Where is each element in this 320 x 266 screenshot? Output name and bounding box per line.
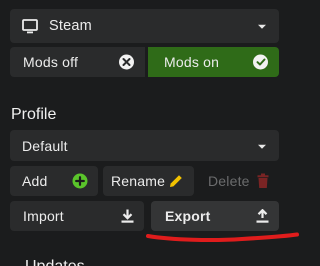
- add-label: Add: [22, 173, 48, 189]
- upload-icon: [256, 209, 269, 223]
- platform-dropdown[interactable]: Steam: [10, 9, 279, 43]
- delete-label: Delete: [208, 173, 250, 189]
- download-icon: [121, 209, 134, 223]
- close-circle-icon: [119, 54, 134, 70]
- updates-heading: Updates: [25, 258, 85, 266]
- pencil-icon: [168, 173, 184, 189]
- profile-heading: Profile: [11, 106, 57, 123]
- trash-icon: [257, 173, 269, 189]
- plus-circle-icon: [72, 173, 88, 189]
- monitor-icon: [22, 18, 38, 33]
- mods-on-label: Mods on: [164, 54, 220, 70]
- import-label: Import: [23, 208, 64, 224]
- chevron-down-icon: [258, 144, 266, 149]
- delete-profile-button[interactable]: Delete: [199, 166, 279, 196]
- import-profile-button[interactable]: Import: [10, 201, 144, 231]
- add-profile-button[interactable]: Add: [10, 166, 98, 196]
- profile-selected-label: Default: [22, 137, 68, 154]
- profile-dropdown[interactable]: Default: [10, 130, 279, 161]
- check-circle-icon: [253, 54, 268, 70]
- mods-off-button[interactable]: Mods off: [10, 47, 145, 77]
- chevron-down-icon: [258, 24, 266, 29]
- export-label: Export: [165, 208, 211, 224]
- annotation-underline: [146, 232, 299, 242]
- mods-on-button[interactable]: Mods on: [148, 47, 279, 77]
- rename-profile-button[interactable]: Rename: [103, 166, 194, 196]
- rename-label: Rename: [111, 173, 166, 189]
- mods-off-label: Mods off: [23, 54, 79, 70]
- platform-selected-label: Steam: [49, 18, 92, 34]
